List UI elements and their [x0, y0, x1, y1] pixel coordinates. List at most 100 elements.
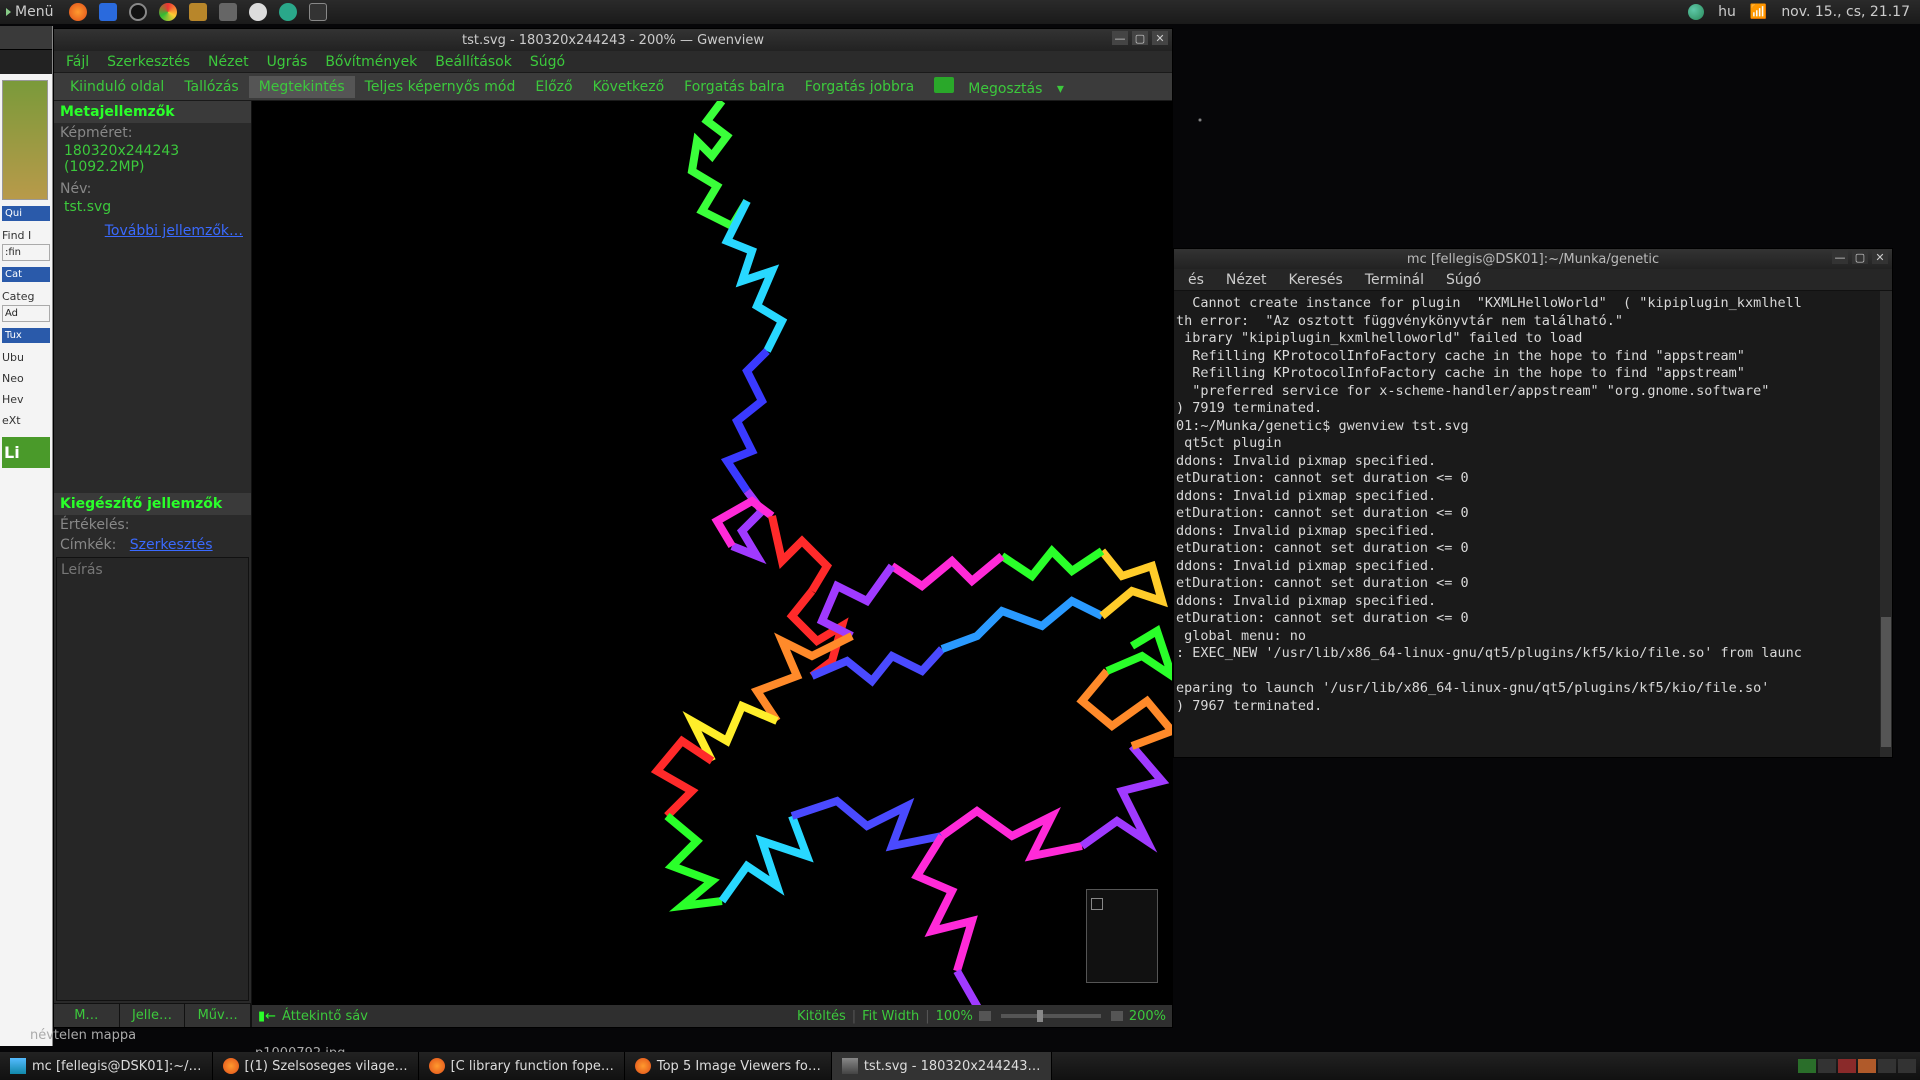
background-browser-window: Qui Find I :fin Cat Categ Ad Tux Ubu Neo… — [0, 26, 53, 1046]
menu-go[interactable]: Ugrás — [259, 52, 316, 72]
sidebar-tab-info[interactable]: Jelle… — [120, 1004, 186, 1027]
browser-button-tux[interactable]: Tux — [2, 328, 50, 343]
extra-header: Kiegészítő jellemzők — [54, 493, 251, 515]
menu-edit[interactable]: Szerkesztés — [99, 52, 198, 72]
menu-plugins[interactable]: Bővítmények — [317, 52, 425, 72]
browser-urlbar[interactable] — [0, 50, 52, 74]
toolbar-home[interactable]: Kiinduló oldal — [60, 76, 174, 98]
chrome-icon[interactable] — [159, 3, 177, 21]
taskbar-item[interactable]: [(1) Szelsoseges vilage… — [213, 1052, 419, 1080]
zoom-slider[interactable] — [1001, 1014, 1101, 1018]
files-icon[interactable] — [189, 3, 207, 21]
zoom-in-icon[interactable] — [1111, 1011, 1123, 1021]
browser-search-input[interactable]: :fin — [2, 244, 50, 261]
toolbar-prev[interactable]: Előző — [525, 76, 582, 98]
meta-size-value: 180320x244243 (1092.2MP) — [54, 143, 251, 179]
files2-icon[interactable] — [219, 3, 237, 21]
navigator-thumbnail[interactable] — [1086, 889, 1158, 983]
meta-name-label: Név: — [54, 179, 251, 199]
start-menu-label: Menü — [15, 4, 53, 20]
browser-button-quick[interactable]: Qui — [2, 206, 50, 221]
taskbar-item[interactable]: tst.svg - 180320x244243… — [832, 1052, 1052, 1080]
toolbar-rotate-left[interactable]: Forgatás balra — [674, 76, 795, 98]
menu-view[interactable]: Nézet — [200, 52, 257, 72]
wifi-icon[interactable]: 📶 — [1750, 4, 1767, 20]
sidebar-tab-ops[interactable]: Műv… — [185, 1004, 251, 1027]
zoom-fill-button[interactable]: Kitöltés — [797, 1009, 846, 1024]
term-menu-view[interactable]: Nézet — [1216, 270, 1277, 290]
sidebar-tab-folders[interactable]: M… — [54, 1004, 120, 1027]
taskbar-item[interactable]: Top 5 Image Viewers fo… — [625, 1052, 832, 1080]
term-menu-edit[interactable]: és — [1178, 270, 1214, 290]
meta-more-link[interactable]: További jellemzők… — [54, 219, 251, 243]
zoom-fitwidth-button[interactable]: Fit Width — [862, 1009, 919, 1024]
term-maximize-button[interactable]: ▢ — [1852, 250, 1868, 264]
folder-icon — [10, 1058, 26, 1074]
browser-label-find: Find I — [2, 229, 50, 242]
image-viewport[interactable]: ▮← Áttekintő sáv Kitöltés | Fit Width | … — [252, 101, 1172, 1027]
obs-icon[interactable] — [129, 3, 147, 21]
term-menu-terminal[interactable]: Terminál — [1355, 270, 1434, 290]
overview-label[interactable]: Áttekintő sáv — [282, 1009, 368, 1024]
menu-help[interactable]: Súgó — [522, 52, 573, 72]
toolbar-share-label: Megosztás — [958, 78, 1052, 100]
menu-settings[interactable]: Beállítások — [427, 52, 520, 72]
toolbar-next[interactable]: Következő — [583, 76, 675, 98]
toolbar-share[interactable]: Megosztás ▾ — [924, 74, 1074, 100]
browser-button-cat[interactable]: Cat — [2, 267, 50, 282]
workspace-pager[interactable] — [1794, 1059, 1920, 1073]
list-item[interactable]: Hev — [2, 393, 50, 406]
zoom-out-icon[interactable] — [979, 1011, 991, 1021]
toolbar-browse[interactable]: Tallózás — [174, 76, 248, 98]
toolbar-rotate-right[interactable]: Forgatás jobbra — [795, 76, 924, 98]
browser-label-categ: Categ — [2, 290, 50, 303]
terminal-titlebar[interactable]: mc [fellegis@DSK01]:~/Munka/genetic — ▢ … — [1174, 249, 1892, 269]
network-icon[interactable] — [1688, 4, 1704, 20]
gwenview-menubar: Fájl Szerkesztés Nézet Ugrás Bővítmények… — [54, 51, 1172, 73]
taskbar-item[interactable]: [C library function fope… — [419, 1052, 625, 1080]
toolbar-view[interactable]: Megtekintés — [249, 76, 355, 98]
extra-description-input[interactable]: Leírás — [56, 557, 249, 1001]
menu-file[interactable]: Fájl — [58, 52, 97, 72]
quicklaunch — [59, 3, 337, 21]
taskbar-item-label: tst.svg - 180320x244243… — [864, 1059, 1041, 1074]
toolbar-fullscreen[interactable]: Teljes képernyős mód — [355, 76, 526, 98]
close-button[interactable]: ✕ — [1152, 31, 1168, 45]
terminal-window: mc [fellegis@DSK01]:~/Munka/genetic — ▢ … — [1173, 248, 1893, 758]
term-icon[interactable] — [309, 3, 327, 21]
terminal-title: mc [fellegis@DSK01]:~/Munka/genetic — [1407, 252, 1659, 267]
firefox-icon[interactable] — [69, 3, 87, 21]
extra-tags-label: Címkék: — [60, 537, 116, 553]
maximize-button[interactable]: ▢ — [1132, 31, 1148, 45]
gwenview-sidebar: Metajellemzők Képméret: 180320x244243 (1… — [54, 101, 252, 1027]
list-item[interactable]: Ubu — [2, 351, 50, 364]
taskbar-item[interactable]: mc [fellegis@DSK01]:~/… — [0, 1052, 213, 1080]
minimize-button[interactable]: — — [1112, 31, 1128, 45]
clock[interactable]: nov. 15., cs, 21.17 — [1781, 4, 1910, 20]
overview-toggle-icon[interactable]: ▮← — [258, 1009, 276, 1024]
browser-add[interactable]: Ad — [2, 305, 50, 322]
term-menu-help[interactable]: Súgó — [1436, 270, 1491, 290]
system-tray: hu 📶 nov. 15., cs, 21.17 — [1688, 4, 1920, 20]
extra-edit-link[interactable]: Szerkesztés — [130, 537, 213, 553]
list-item[interactable]: Neo — [2, 372, 50, 385]
taskbar-item-label: mc [fellegis@DSK01]:~/… — [32, 1059, 202, 1074]
mail-icon[interactable] — [99, 3, 117, 21]
app2-icon[interactable] — [279, 3, 297, 21]
zoom-100-button[interactable]: 100% — [936, 1009, 973, 1024]
browser-tab[interactable] — [0, 26, 52, 50]
gwenview-statusbar: ▮← Áttekintő sáv Kitöltés | Fit Width | … — [252, 1005, 1172, 1027]
list-item[interactable]: eXt — [2, 414, 50, 427]
top-panel: Menü hu 📶 nov. 15., cs, 21.17 — [0, 0, 1920, 24]
term-menu-search[interactable]: Keresés — [1278, 270, 1352, 290]
term-minimize-button[interactable]: — — [1832, 250, 1848, 264]
meta-size-label: Képméret: — [54, 123, 251, 143]
keyboard-layout[interactable]: hu — [1718, 4, 1736, 20]
terminal-output[interactable]: Cannot create instance for plugin "KXMLH… — [1174, 291, 1892, 757]
terminal-scrollbar[interactable] — [1880, 291, 1892, 757]
app-icon[interactable] — [249, 3, 267, 21]
gwenview-titlebar[interactable]: tst.svg - 180320x244243 - 200% — Gwenvie… — [54, 29, 1172, 51]
extra-tags-row: Címkék: Szerkesztés — [54, 535, 251, 555]
start-menu-button[interactable]: Menü — [0, 4, 59, 20]
term-close-button[interactable]: ✕ — [1872, 250, 1888, 264]
